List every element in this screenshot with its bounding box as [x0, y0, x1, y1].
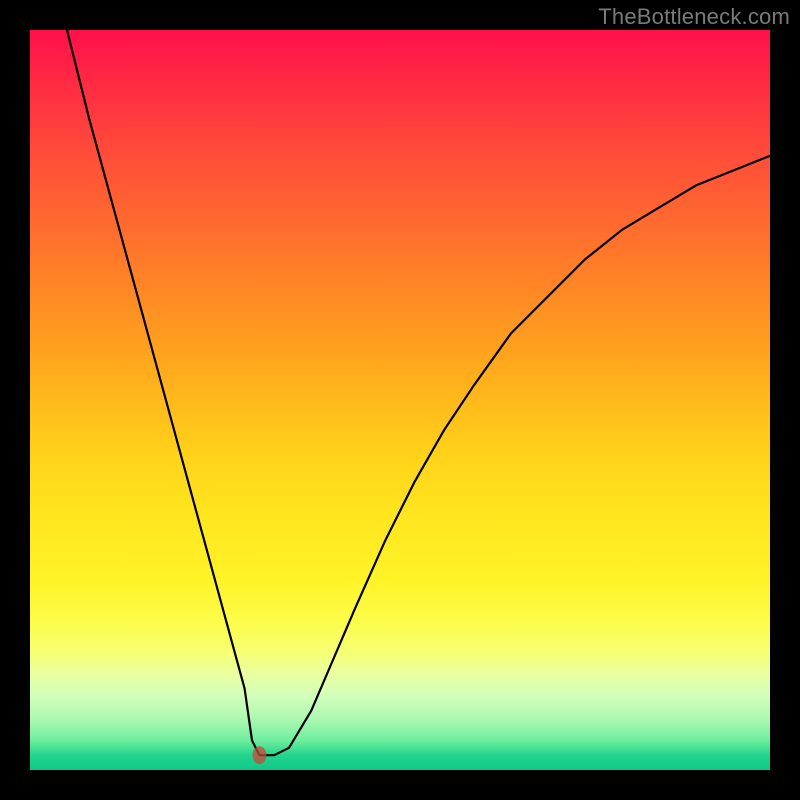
chart-frame: TheBottleneck.com	[0, 0, 800, 800]
minimum-marker	[252, 746, 266, 764]
curve-svg	[30, 30, 770, 770]
bottleneck-curve	[67, 30, 770, 755]
watermark-text: TheBottleneck.com	[598, 4, 790, 30]
plot-area	[30, 30, 770, 770]
plot-inner	[30, 30, 770, 770]
